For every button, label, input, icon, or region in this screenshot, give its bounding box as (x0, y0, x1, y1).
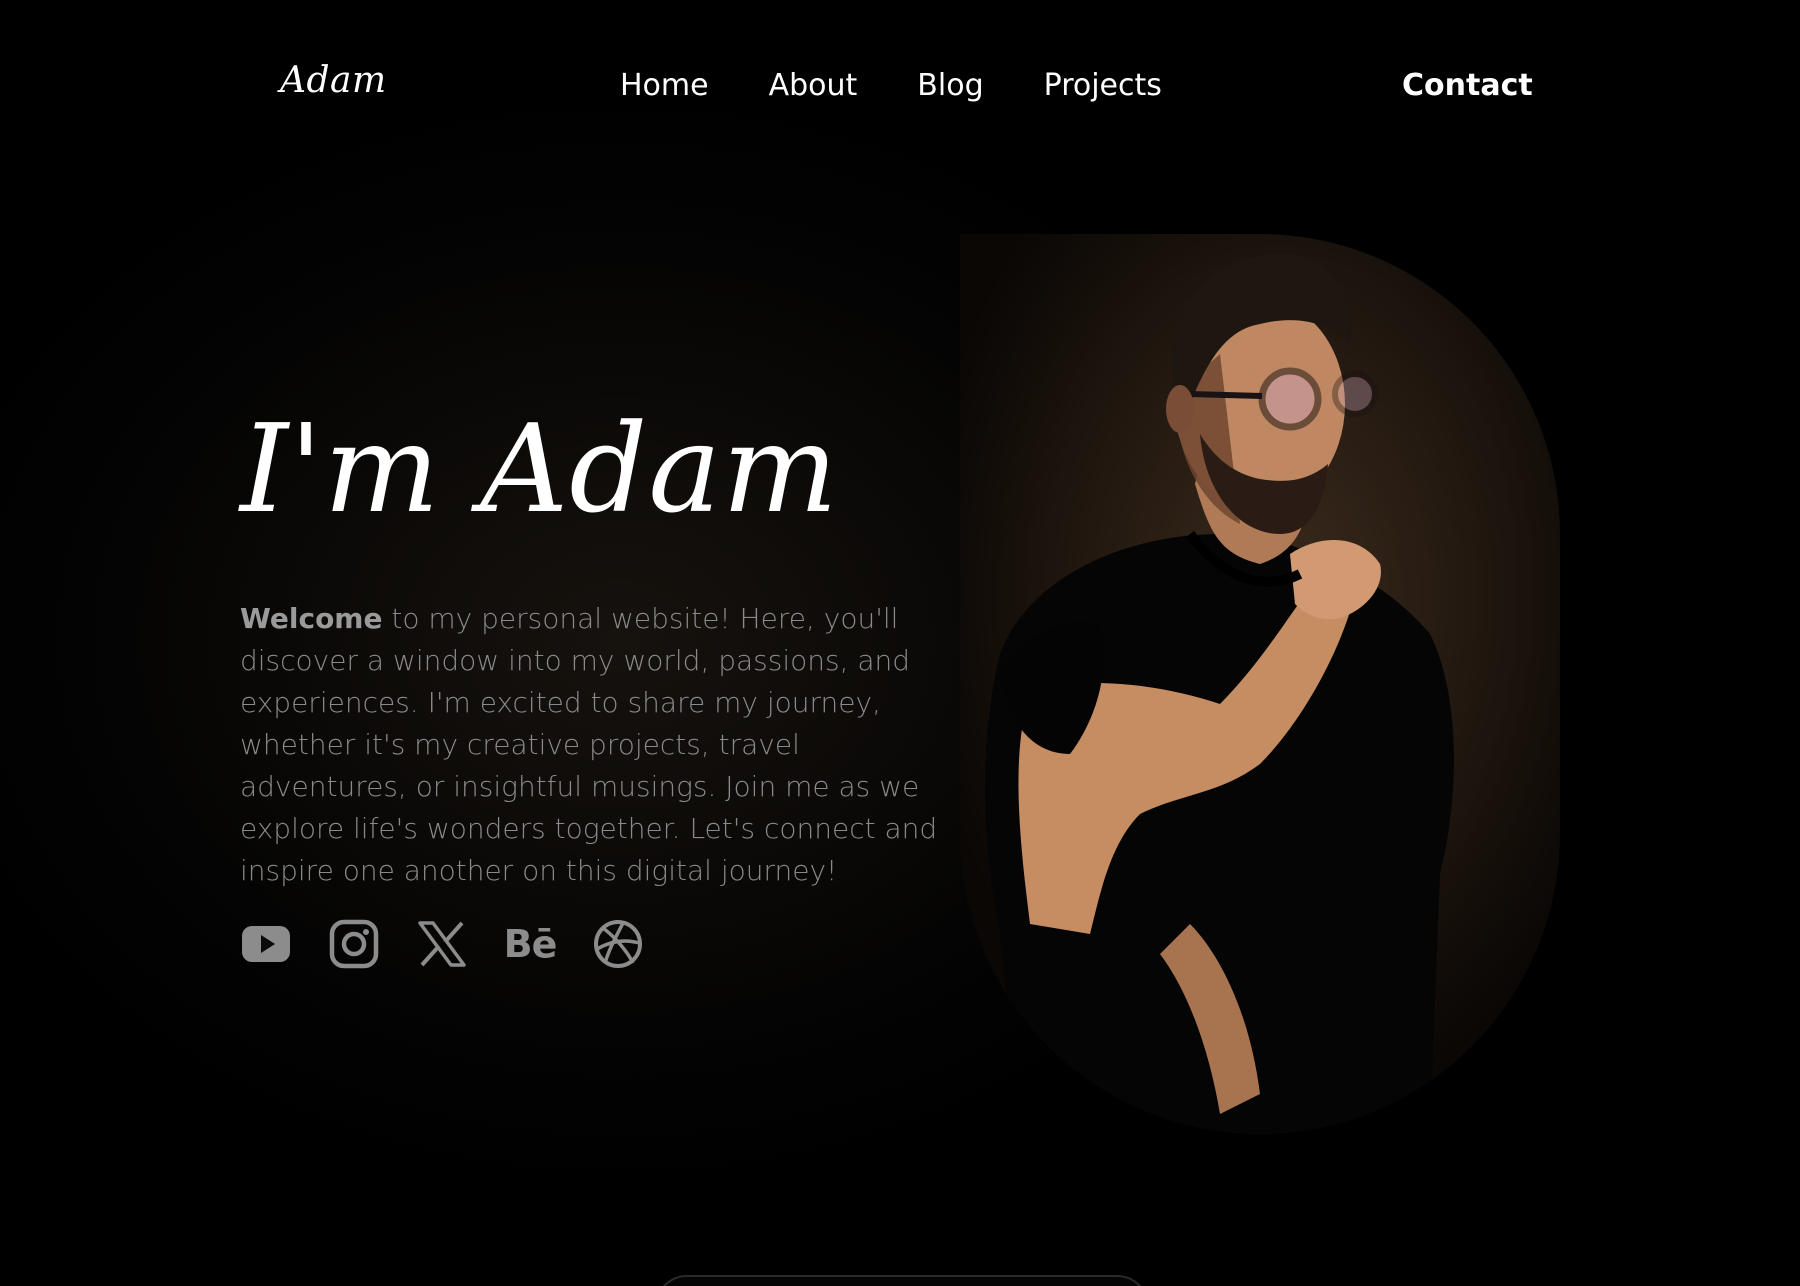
youtube-icon[interactable] (240, 918, 292, 970)
dribbble-icon[interactable] (592, 918, 644, 970)
hero-intro-bold: Welcome (240, 602, 383, 635)
behance-label: Bē (503, 922, 558, 966)
nav-home[interactable]: Home (620, 68, 709, 103)
instagram-icon[interactable] (328, 918, 380, 970)
portrait-photo (960, 234, 1560, 1134)
hero-intro-rest: to my personal website! Here, you'll dis… (240, 602, 938, 887)
page: Adam Home About Blog Projects Contact I'… (0, 0, 1800, 1286)
nav-contact[interactable]: Contact (1402, 68, 1533, 103)
social-links: Bē (240, 918, 644, 970)
x-icon[interactable] (416, 918, 468, 970)
hero-intro: Welcome to my personal website! Here, yo… (240, 598, 940, 892)
nav-projects[interactable]: Projects (1044, 68, 1162, 103)
hero-title: I'm Adam (240, 398, 839, 540)
nav-about[interactable]: About (769, 68, 858, 103)
site-logo[interactable]: Adam (280, 60, 387, 101)
behance-icon[interactable]: Bē (503, 918, 558, 970)
scroll-indicator[interactable] (655, 1275, 1149, 1286)
main-nav: Home About Blog Projects (620, 68, 1162, 103)
nav-blog[interactable]: Blog (917, 68, 983, 103)
